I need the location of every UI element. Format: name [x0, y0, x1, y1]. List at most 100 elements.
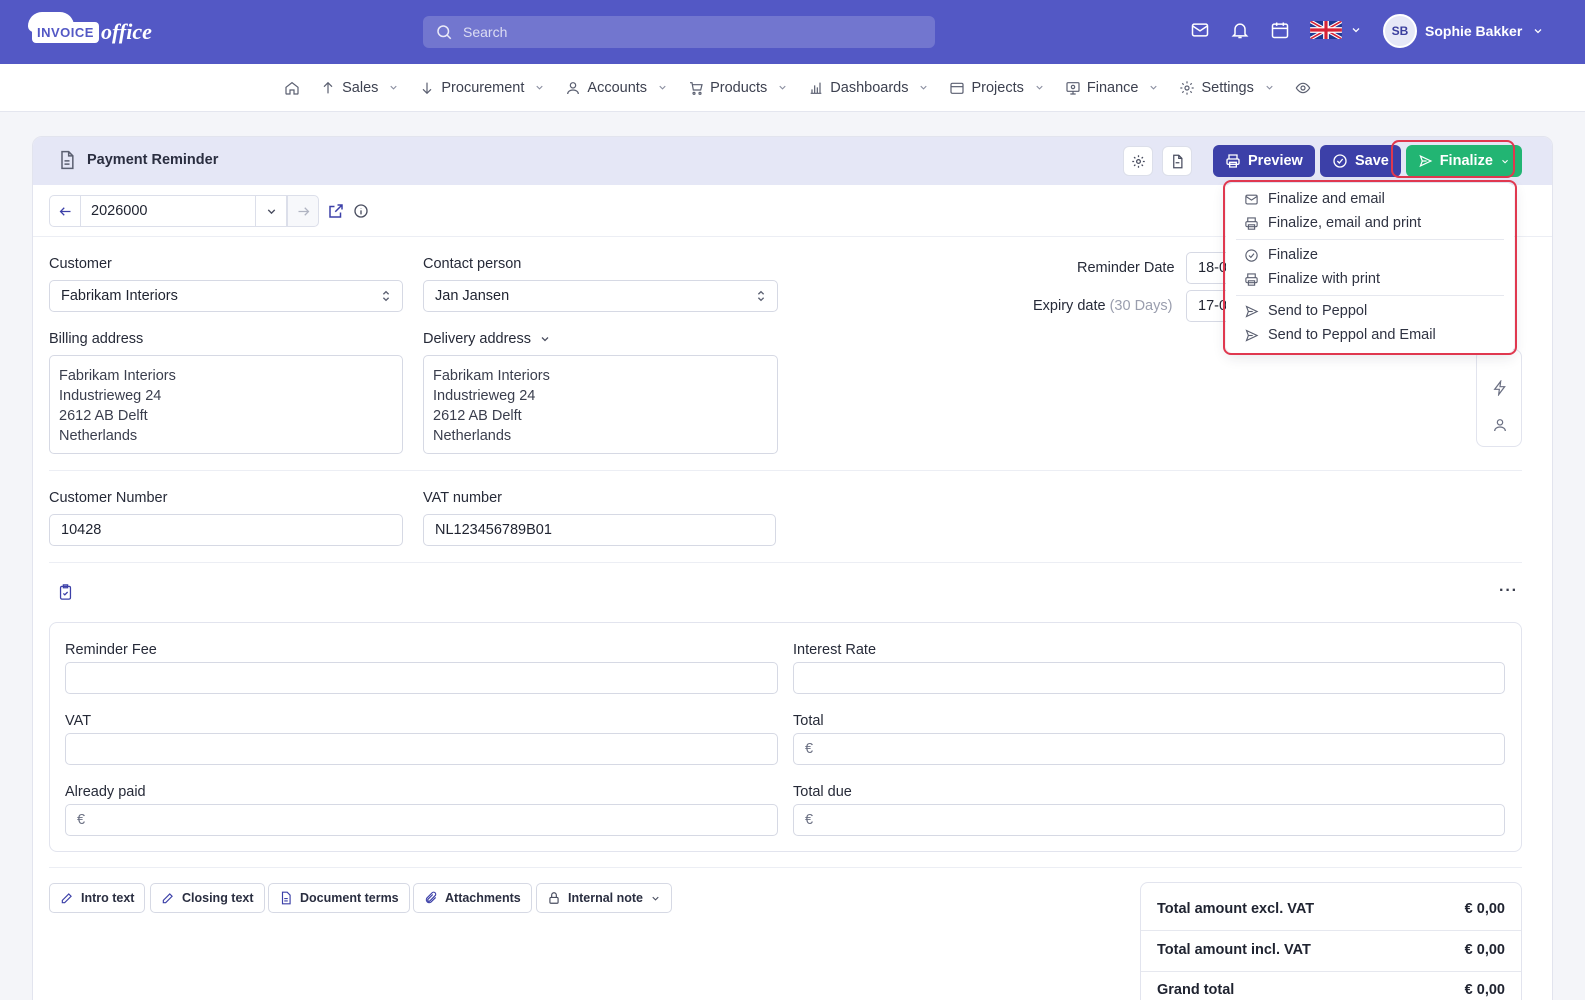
reminder-fee-input[interactable] [65, 662, 778, 694]
info-icon[interactable] [353, 203, 369, 219]
eye-icon [1295, 82, 1311, 93]
internal-note-button[interactable]: Internal note [536, 883, 673, 913]
reminder-fee-label: Reminder Fee [65, 642, 157, 658]
arrow-down-icon [422, 82, 432, 94]
reminder-date-label: Reminder Date [1077, 260, 1175, 276]
calendar-icon[interactable] [1270, 20, 1290, 40]
page-title: Payment Reminder [87, 152, 219, 168]
nav-products[interactable]: Products [688, 80, 788, 96]
bell-icon[interactable] [1230, 20, 1250, 40]
pencil-icon [61, 893, 72, 904]
delivery-address-box[interactable]: Fabrikam Interiors Industrieweg 24 2612 … [423, 355, 778, 454]
nav-settings[interactable]: Settings [1179, 80, 1274, 96]
intro-text-button[interactable]: Intro text [49, 883, 146, 913]
interest-rate-label: Interest Rate [793, 642, 877, 658]
lightning-icon[interactable] [1492, 380, 1508, 396]
file-icon [1172, 154, 1182, 168]
customer-label: Customer [49, 256, 112, 272]
dropdown-highlight [1223, 180, 1517, 355]
nav-finance[interactable]: Finance [1065, 80, 1160, 96]
arrow-left-icon [59, 206, 70, 216]
total-label: Total [793, 713, 824, 729]
user-menu[interactable]: SB Sophie Bakker [1383, 14, 1544, 48]
interest-rate-input[interactable] [793, 662, 1505, 694]
home-icon [285, 81, 299, 95]
arrow-right-icon [298, 206, 309, 216]
total-incl-vat-row: Total amount incl. VAT € 0,00 [1157, 942, 1505, 958]
totals-box: Total amount excl. VAT € 0,00 Total amou… [1140, 882, 1522, 1000]
divider [1141, 930, 1521, 931]
vat-input[interactable] [65, 733, 778, 765]
already-paid-input[interactable]: € [65, 804, 778, 836]
nav-visibility[interactable] [1295, 80, 1311, 96]
total-due-input[interactable]: € [793, 804, 1505, 836]
side-toolbar [1476, 349, 1522, 447]
document-terms-button[interactable]: Document terms [268, 883, 410, 913]
contact-person-select[interactable]: Jan Jansen [423, 280, 778, 312]
main-nav: Sales Procurement Accounts Products Dash… [0, 64, 1585, 112]
nav-procurement[interactable]: Procurement [419, 80, 545, 96]
person-icon[interactable] [1492, 417, 1508, 433]
settings-button[interactable] [1123, 146, 1153, 176]
card-header: Payment Reminder Preview Save Finalize [33, 137, 1552, 185]
lock-icon [549, 892, 559, 904]
already-paid-label: Already paid [65, 784, 146, 800]
grand-total-row: Grand total € 0,00 [1157, 982, 1505, 998]
next-button[interactable] [287, 195, 319, 227]
save-button[interactable]: Save [1320, 145, 1401, 177]
chevron-down-icon [1036, 85, 1043, 90]
nav-sales[interactable]: Sales [320, 80, 399, 96]
chevron-down-icon [652, 896, 659, 901]
cart-icon [690, 81, 703, 95]
calendar-icon [950, 82, 965, 94]
customer-select[interactable]: Fabrikam Interiors [49, 280, 403, 312]
reminder-amounts-panel: Reminder Fee Interest Rate VAT Total € A… [49, 622, 1522, 852]
chevron-down-icon [659, 85, 666, 90]
vat-number-input[interactable]: NL123456789B01 [423, 514, 776, 546]
currency-symbol: € [805, 812, 814, 828]
mail-icon[interactable] [1190, 20, 1210, 40]
printer-icon [1226, 154, 1240, 168]
delivery-address-toggle[interactable]: Delivery address [423, 331, 551, 347]
divider [49, 470, 1522, 471]
closing-text-button[interactable]: Closing text [150, 883, 265, 913]
divider [49, 562, 1522, 563]
billing-address-box[interactable]: Fabrikam Interiors Industrieweg 24 2612 … [49, 355, 403, 454]
number-dropdown-button[interactable] [255, 195, 287, 227]
chevron-down-icon [1352, 28, 1360, 33]
uk-flag-icon [1310, 21, 1342, 39]
user-name: Sophie Bakker [1425, 23, 1523, 39]
nav-dashboards[interactable]: Dashboards [808, 80, 929, 96]
nav-home[interactable] [284, 80, 300, 96]
chevron-down-icon [1150, 85, 1158, 90]
divider [1141, 971, 1521, 972]
customer-number-input[interactable]: 10428 [49, 514, 403, 546]
arrow-up-icon [323, 81, 333, 93]
bar-chart-icon [810, 82, 822, 94]
language-selector[interactable] [1310, 21, 1362, 39]
billing-address-label: Billing address [49, 331, 144, 347]
clipboard-check-icon[interactable] [57, 583, 74, 601]
vat-number-label: VAT number [423, 490, 502, 506]
nav-accounts[interactable]: Accounts [565, 80, 668, 96]
customer-number-label: Customer Number [49, 490, 168, 506]
paperclip-icon [425, 891, 437, 904]
check-circle-icon [1333, 154, 1347, 168]
chevron-down-icon [1534, 29, 1542, 34]
nav-projects[interactable]: Projects [949, 80, 1044, 96]
search-placeholder: Search [463, 24, 508, 40]
attachments-button[interactable]: Attachments [413, 883, 532, 913]
previous-button[interactable] [49, 195, 81, 227]
more-options-icon[interactable]: ··· [1499, 582, 1518, 600]
chevron-down-icon [390, 85, 398, 90]
document-number-input[interactable]: 2026000 [81, 195, 255, 227]
chevron-down-icon [541, 337, 549, 342]
total-input[interactable]: € [793, 733, 1505, 765]
app-logo[interactable]: INVOICE office [28, 11, 152, 50]
preview-button[interactable]: Preview [1213, 145, 1315, 177]
search-icon [437, 25, 452, 40]
expiry-days-hint: (30 Days) [1109, 298, 1173, 314]
document-button[interactable] [1162, 146, 1192, 176]
search-input[interactable]: Search [423, 16, 935, 48]
external-link-icon[interactable] [327, 202, 345, 220]
